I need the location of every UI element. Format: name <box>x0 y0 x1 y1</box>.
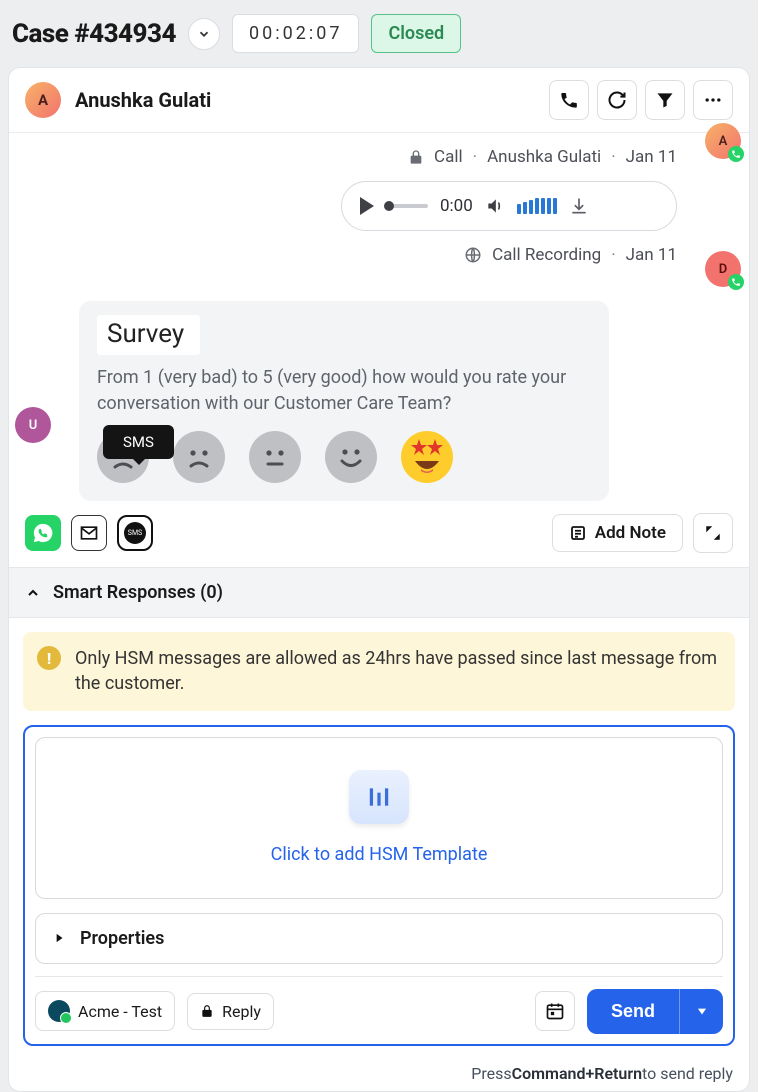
template-icon <box>349 770 409 824</box>
smart-responses-label: Smart Responses (0) <box>53 582 223 603</box>
top-bar: Case #434934 00:02:07 Closed <box>0 0 758 67</box>
chevron-up-icon <box>25 585 41 601</box>
timer-chip: 00:02:07 <box>232 14 359 53</box>
schedule-button[interactable] <box>535 991 575 1031</box>
calendar-icon <box>545 1001 565 1021</box>
phone-icon <box>559 90 579 110</box>
reply-mode-picker[interactable]: Reply <box>187 993 274 1030</box>
send-row: Acme - Test Reply Send <box>35 976 723 1034</box>
download-button[interactable] <box>569 196 589 216</box>
globe-icon <box>464 246 482 264</box>
survey-bubble: Survey From 1 (very bad) to 5 (very good… <box>79 301 609 501</box>
hsm-cta: Click to add HSM Template <box>271 844 488 865</box>
caret-down-icon <box>695 1004 709 1018</box>
account-name: Acme - Test <box>78 1002 162 1021</box>
warning-text: Only HSM messages are allowed as 24hrs h… <box>75 646 721 696</box>
meta-sep: · <box>611 147 615 167</box>
status-chip: Closed <box>371 14 461 53</box>
call-meta-row: Call · Anushka Gulati · Jan 11 <box>25 141 733 181</box>
channel-badge-icon <box>728 274 744 290</box>
send-button[interactable]: Send <box>587 989 679 1034</box>
note-icon <box>569 524 587 542</box>
hint-post: to send reply <box>642 1064 733 1083</box>
hsm-warning: ! Only HSM messages are allowed as 24hrs… <box>23 632 735 710</box>
smart-responses-toggle[interactable]: Smart Responses (0) <box>9 567 749 618</box>
meta-sep: · <box>611 245 615 265</box>
refresh-icon <box>607 90 627 110</box>
sms-tooltip: SMS <box>103 425 174 459</box>
contact-header: A Anushka Gulati <box>9 68 749 133</box>
dots-icon <box>703 90 723 110</box>
message-avatar-a: A <box>705 123 741 159</box>
rating-3[interactable] <box>249 431 301 483</box>
timeline: A Call · Anushka Gulati · Jan 11 0:00 <box>9 133 749 513</box>
message-avatar-u: U <box>15 407 51 443</box>
call-date: Jan 11 <box>626 147 677 167</box>
recording-date: Jan 11 <box>626 245 677 265</box>
rating-2[interactable] <box>173 431 225 483</box>
send-split: Send <box>587 989 723 1034</box>
call-type: Call <box>434 147 463 167</box>
sms-icon: SMS <box>124 522 146 544</box>
reply-mode-label: Reply <box>222 1002 261 1021</box>
recording-meta-row: Call Recording · Jan 11 <box>25 231 733 279</box>
rating-4[interactable] <box>325 431 377 483</box>
refresh-button[interactable] <box>597 80 637 120</box>
filter-button[interactable] <box>645 80 685 120</box>
recording-type: Call Recording <box>492 245 601 265</box>
add-note-button[interactable]: Add Note <box>552 514 683 552</box>
hsm-template-dropzone[interactable]: Click to add HSM Template <box>35 737 723 899</box>
filter-icon <box>655 90 675 110</box>
channel-row: SMS Add Note <box>9 513 749 567</box>
survey-title-wrap: Survey <box>97 315 200 355</box>
seek-bar[interactable] <box>386 204 428 208</box>
call-by: Anushka Gulati <box>487 147 601 167</box>
properties-label: Properties <box>80 928 164 949</box>
mail-icon <box>79 523 99 543</box>
account-avatar-icon <box>48 1000 70 1022</box>
channel-whatsapp[interactable] <box>25 515 61 551</box>
survey-question: From 1 (very bad) to 5 (very good) how w… <box>97 365 591 417</box>
conversation-card: A Anushka Gulati A Call <box>8 67 750 1092</box>
expand-icon <box>704 524 722 542</box>
lock-icon <box>200 1004 214 1018</box>
rating-5[interactable] <box>401 431 453 483</box>
survey-title: Survey <box>107 319 184 349</box>
call-button[interactable] <box>549 80 589 120</box>
play-icon[interactable] <box>360 197 374 215</box>
meta-sep: · <box>473 147 477 167</box>
hint-pre: Press <box>471 1064 511 1083</box>
channel-email[interactable] <box>71 515 107 551</box>
caret-right-icon <box>52 931 66 945</box>
add-note-label: Add Note <box>595 523 666 543</box>
composer: Click to add HSM Template Properties Acm… <box>23 725 735 1046</box>
send-options-button[interactable] <box>679 989 723 1034</box>
contact-name: Anushka Gulati <box>75 88 535 112</box>
more-button[interactable] <box>693 80 733 120</box>
volume-icon[interactable] <box>485 196 505 216</box>
audio-time: 0:00 <box>440 196 473 216</box>
message-avatar-d: D <box>705 251 741 287</box>
audio-player[interactable]: 0:00 <box>341 181 677 231</box>
volume-level-icon <box>517 198 557 214</box>
chevron-down-icon <box>197 27 211 41</box>
shortcut-hint: PressCommand+Returnto send reply <box>9 1060 749 1091</box>
properties-toggle[interactable]: Properties <box>35 913 723 964</box>
lock-icon <box>408 149 424 165</box>
expand-button[interactable] <box>693 513 733 553</box>
contact-avatar: A <box>25 82 61 118</box>
avatar-letter: D <box>719 262 727 277</box>
whatsapp-icon <box>32 522 54 544</box>
avatar-letter: A <box>719 134 728 149</box>
case-title: Case #434934 <box>12 19 176 49</box>
warning-icon: ! <box>37 646 61 670</box>
hint-key: Command+Return <box>512 1064 642 1083</box>
channel-sms[interactable]: SMS <box>117 515 153 551</box>
case-menu-button[interactable] <box>188 18 220 50</box>
account-picker[interactable]: Acme - Test <box>35 991 175 1031</box>
channel-badge-icon <box>728 146 744 162</box>
